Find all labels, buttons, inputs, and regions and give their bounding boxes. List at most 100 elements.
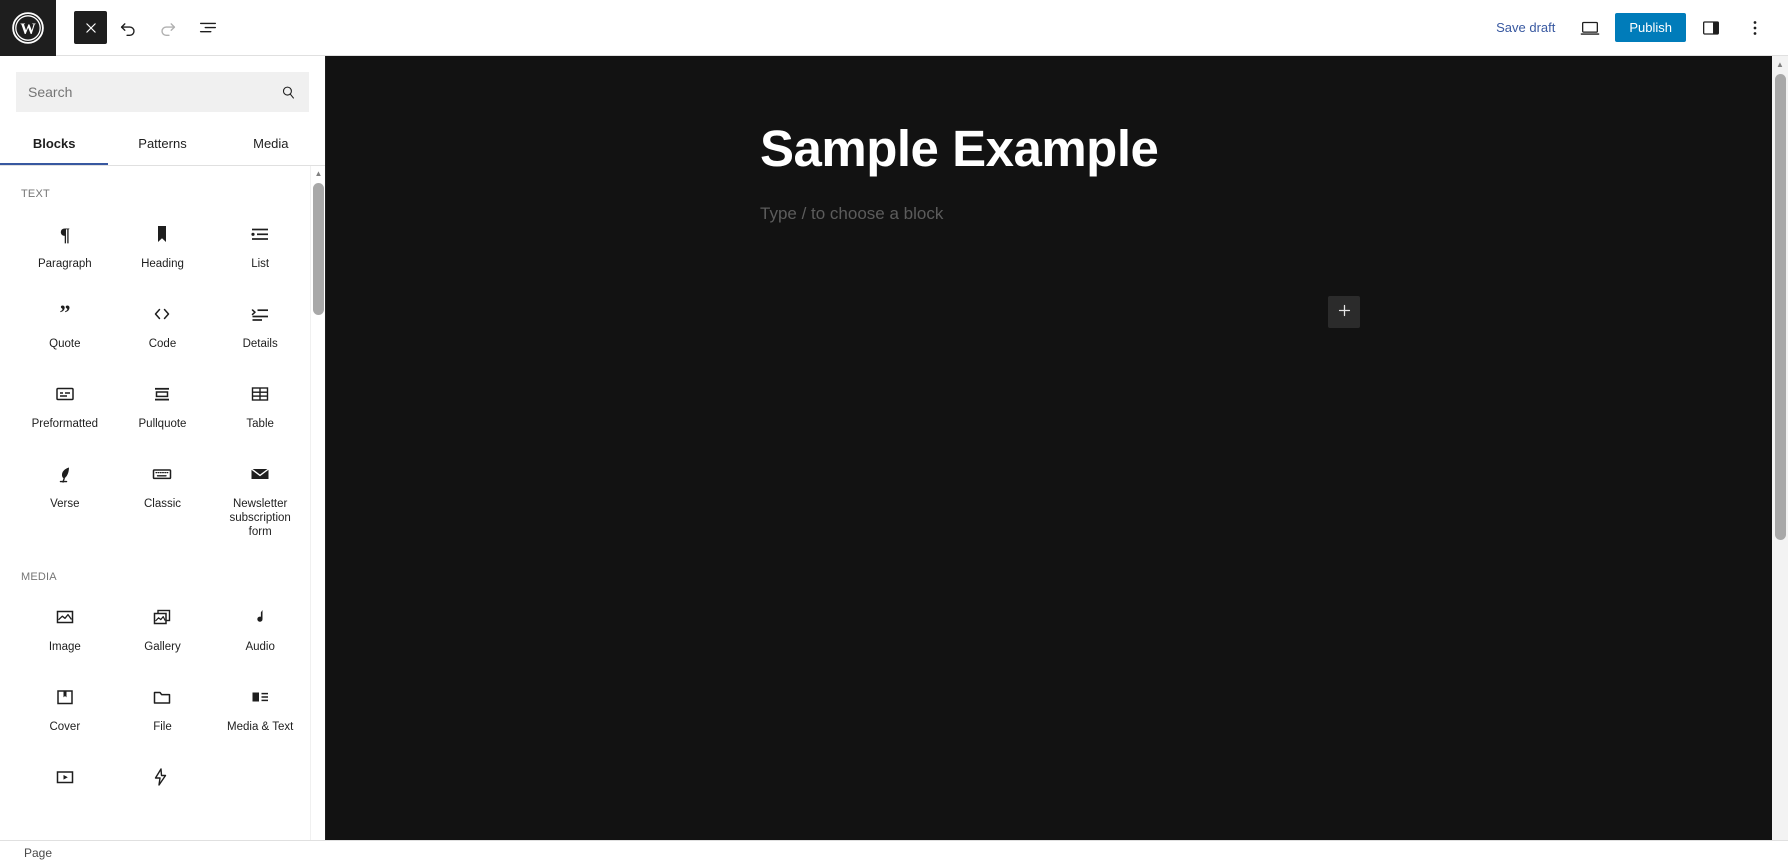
media-blocks-grid: Image Gallery Audio Cover File Media & T… bbox=[16, 589, 309, 825]
block-item-pullquote[interactable]: Pullquote bbox=[114, 366, 212, 442]
search-container bbox=[0, 56, 325, 112]
block-item-lightning[interactable] bbox=[114, 749, 212, 825]
quill-pen-icon bbox=[53, 460, 77, 488]
block-label: Image bbox=[48, 641, 81, 654]
block-item-classic[interactable]: Classic bbox=[114, 446, 212, 549]
tab-patterns[interactable]: Patterns bbox=[108, 122, 216, 165]
page-title[interactable]: Sample Example bbox=[760, 119, 1159, 178]
bulleted-list-icon bbox=[248, 220, 272, 248]
canvas-scrollbar[interactable]: ▲ bbox=[1772, 56, 1788, 840]
block-item-video[interactable] bbox=[16, 749, 114, 825]
block-label: Heading bbox=[141, 258, 184, 270]
block-label: Verse bbox=[50, 498, 80, 510]
pullquote-bars-icon bbox=[150, 380, 174, 408]
preformatted-box-icon bbox=[53, 380, 77, 408]
block-label: Newsletter subscription form bbox=[229, 498, 291, 539]
block-list-scroll-area[interactable]: TEXT ¶ Paragraph Heading List ” Quote Co… bbox=[0, 166, 325, 864]
quotation-marks-icon: ” bbox=[53, 300, 77, 328]
search-field[interactable] bbox=[16, 72, 309, 112]
picture-image-icon bbox=[53, 603, 77, 631]
block-label: Classic bbox=[143, 498, 182, 510]
inserter-scrollbar[interactable]: ▲ ▼ bbox=[310, 166, 325, 864]
block-label: Quote bbox=[49, 338, 81, 350]
editor-canvas[interactable]: Sample Example Type / to choose a block bbox=[326, 56, 1772, 840]
block-label: Pullquote bbox=[138, 418, 187, 430]
bookmark-heading-icon bbox=[150, 220, 174, 248]
envelope-mail-icon bbox=[248, 460, 272, 488]
block-label: Paragraph bbox=[37, 258, 92, 270]
block-item-newsletter-subscription-form[interactable]: Newsletter subscription form bbox=[211, 446, 309, 549]
header-right-tool-group: Save draft Publish bbox=[1486, 9, 1788, 47]
editor-header-toolbar: W Save draft Publish bbox=[0, 0, 1788, 56]
block-item-gallery[interactable]: Gallery bbox=[114, 589, 212, 665]
lightning-bolt-icon bbox=[150, 763, 174, 791]
block-label: Media & Text bbox=[227, 721, 294, 734]
undo-arrow-icon[interactable] bbox=[109, 9, 147, 47]
stacked-images-gallery-icon bbox=[150, 603, 174, 631]
block-item-preformatted[interactable]: Preformatted bbox=[16, 366, 114, 442]
document-type-label: Page bbox=[24, 845, 53, 860]
block-label: Cover bbox=[49, 721, 81, 734]
media-and-text-icon bbox=[248, 683, 272, 711]
block-item-paragraph[interactable]: ¶ Paragraph bbox=[16, 206, 114, 282]
save-draft-button[interactable]: Save draft bbox=[1486, 14, 1565, 41]
empty-block-placeholder[interactable]: Type / to choose a block bbox=[760, 204, 943, 224]
block-label: Code bbox=[148, 338, 177, 350]
block-label: File bbox=[153, 721, 172, 734]
block-item-heading[interactable]: Heading bbox=[114, 206, 212, 282]
publish-button[interactable]: Publish bbox=[1615, 13, 1686, 42]
keyboard-icon bbox=[150, 460, 174, 488]
block-item-verse[interactable]: Verse bbox=[16, 446, 114, 549]
add-block-button[interactable] bbox=[1328, 296, 1360, 328]
section-header-text: TEXT bbox=[21, 188, 50, 200]
block-label: Details bbox=[242, 338, 278, 350]
block-inserter-panel: Blocks Patterns Media TEXT ¶ Paragraph bbox=[0, 56, 326, 864]
svg-text:¶: ¶ bbox=[60, 225, 70, 246]
cover-bookmark-icon bbox=[53, 683, 77, 711]
block-item-image[interactable]: Image bbox=[16, 589, 114, 665]
folder-file-icon bbox=[150, 683, 174, 711]
text-blocks-grid: ¶ Paragraph Heading List ” Quote Code De… bbox=[16, 206, 309, 549]
status-bar: Page bbox=[0, 840, 1788, 864]
details-disclosure-icon bbox=[248, 300, 272, 328]
music-note-audio-icon bbox=[248, 603, 272, 631]
video-play-icon bbox=[53, 763, 77, 791]
inserter-tab-bar: Blocks Patterns Media bbox=[0, 122, 325, 166]
block-item-cover[interactable]: Cover bbox=[16, 669, 114, 745]
svg-text:W: W bbox=[20, 21, 36, 38]
angle-brackets-code-icon bbox=[150, 300, 174, 328]
section-header-media: MEDIA bbox=[21, 571, 57, 584]
close-icon[interactable] bbox=[74, 11, 107, 44]
block-label: List bbox=[251, 258, 270, 270]
wordpress-logo-icon[interactable]: W bbox=[0, 0, 56, 56]
settings-sidebar-icon[interactable] bbox=[1692, 9, 1730, 47]
desktop-preview-icon[interactable] bbox=[1571, 9, 1609, 47]
table-grid-icon bbox=[248, 380, 272, 408]
block-label: Audio bbox=[245, 641, 275, 654]
block-item-code[interactable]: Code bbox=[114, 286, 212, 362]
pilcrow-icon: ¶ bbox=[53, 220, 77, 248]
block-item-table[interactable]: Table bbox=[211, 366, 309, 442]
document-list-view-icon[interactable] bbox=[189, 9, 227, 47]
scroll-up-arrow-icon[interactable]: ▲ bbox=[311, 166, 325, 181]
wordpress-block-editor: W Save draft Publish Search Blocks Patte… bbox=[0, 0, 1788, 864]
search-icon bbox=[280, 84, 309, 101]
redo-arrow-icon[interactable] bbox=[149, 9, 187, 47]
plus-icon bbox=[1336, 302, 1353, 322]
scrollbar-thumb[interactable] bbox=[313, 183, 324, 315]
tab-media[interactable]: Media bbox=[217, 122, 325, 165]
tab-blocks[interactable]: Blocks bbox=[0, 122, 109, 165]
block-item-list[interactable]: List bbox=[211, 206, 309, 282]
three-dots-vertical-icon[interactable] bbox=[1736, 9, 1774, 47]
block-item-file[interactable]: File bbox=[114, 669, 212, 745]
header-left-tool-group bbox=[56, 9, 227, 47]
scroll-up-arrow-icon[interactable]: ▲ bbox=[1772, 56, 1788, 72]
search-input[interactable] bbox=[16, 72, 280, 112]
block-item-audio[interactable]: Audio bbox=[211, 589, 309, 665]
scrollbar-thumb[interactable] bbox=[1775, 74, 1786, 540]
svg-text:”: ” bbox=[59, 302, 70, 325]
block-item-media-and-text[interactable]: Media & Text bbox=[211, 669, 309, 745]
block-label: Gallery bbox=[144, 641, 181, 654]
block-item-details[interactable]: Details bbox=[211, 286, 309, 362]
block-item-quote[interactable]: ” Quote bbox=[16, 286, 114, 362]
